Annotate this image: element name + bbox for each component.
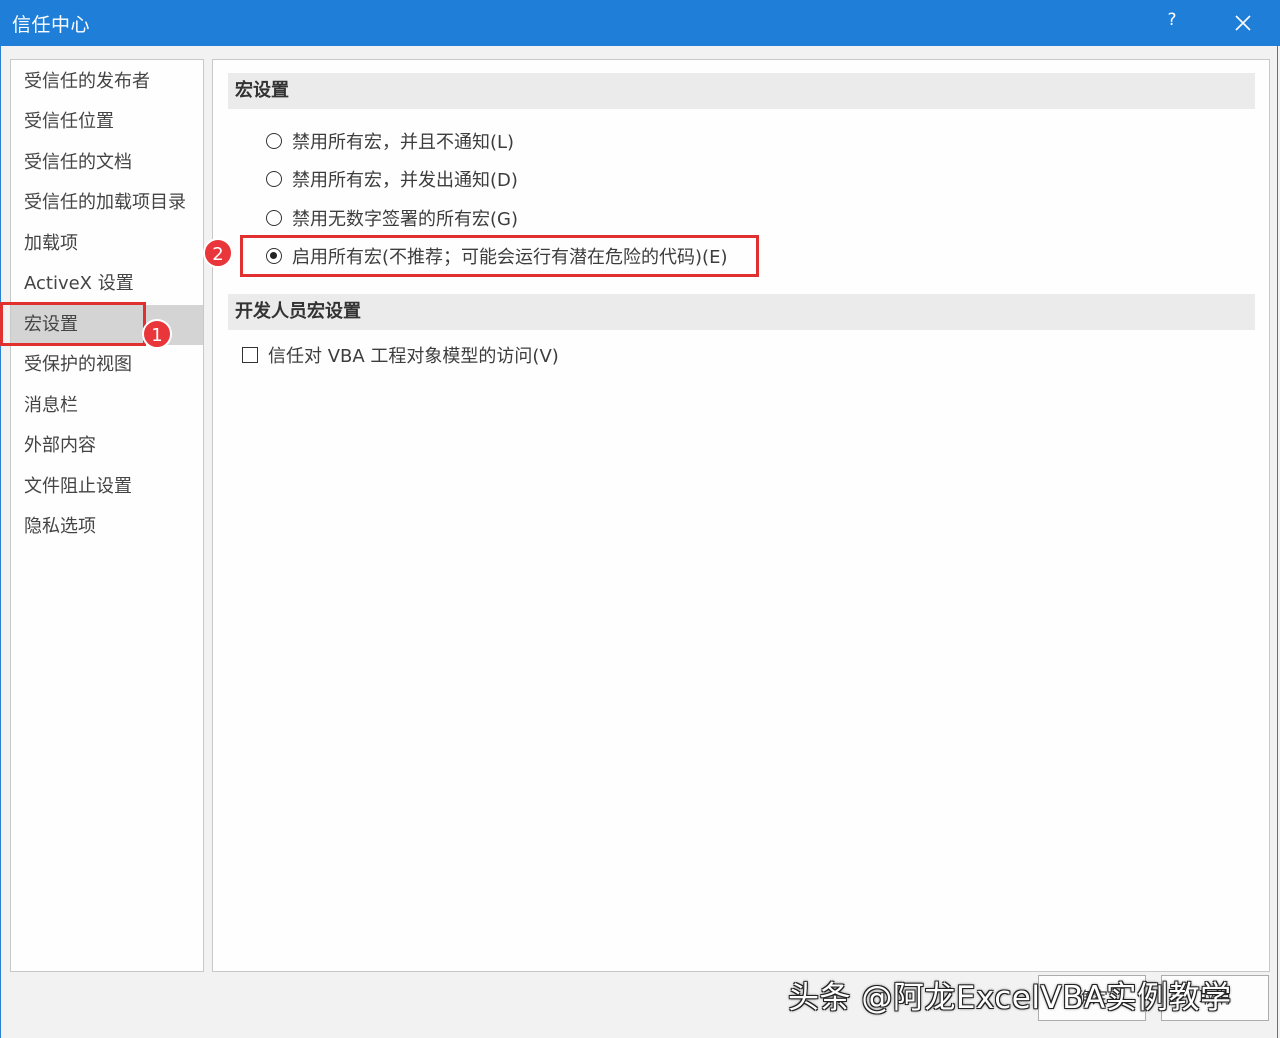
sidebar-nav: 受信任的发布者 受信任位置 受信任的文档 受信任的加载项目录 加载项 Activ… [10, 59, 204, 972]
sidebar-item-addins[interactable]: 加载项 [11, 224, 203, 264]
sidebar-item-message-bar[interactable]: 消息栏 [11, 386, 203, 426]
sidebar-item-trusted-publishers[interactable]: 受信任的发布者 [11, 62, 203, 102]
close-button[interactable] [1228, 6, 1258, 38]
sidebar-item-activex-settings[interactable]: ActiveX 设置 [11, 264, 203, 304]
content-panel [212, 59, 1270, 972]
sidebar-item-trusted-documents[interactable]: 受信任的文档 [11, 143, 203, 183]
sidebar-item-trusted-locations[interactable]: 受信任位置 [11, 102, 203, 142]
watermark-text: 头条 @阿龙ExcelVBA实例教学 [788, 980, 1232, 1016]
option-label: 禁用无数字签署的所有宏(G) [292, 209, 518, 230]
highlight-box-enable-all [240, 235, 759, 277]
developer-settings-header: 开发人员宏设置 [228, 294, 1255, 330]
option-label: 禁用所有宏，并且不通知(L) [292, 132, 515, 153]
checkbox-icon [242, 347, 258, 363]
option-disable-with-notify[interactable]: 禁用所有宏，并发出通知(D) [266, 168, 518, 194]
checkbox-trust-vba-access[interactable]: 信任对 VBA 工程对象模型的访问(V) [242, 344, 559, 370]
highlight-box-macro-settings [0, 302, 146, 346]
radio-icon [266, 171, 282, 187]
radio-icon [266, 133, 282, 149]
title-bar: 信任中心 ? [0, 0, 1280, 46]
sidebar-item-privacy-options[interactable]: 隐私选项 [11, 507, 203, 547]
step-badge-2: 2 [203, 238, 233, 268]
sidebar-item-protected-view[interactable]: 受保护的视图 [11, 345, 203, 385]
option-disable-no-notify[interactable]: 禁用所有宏，并且不通知(L) [266, 130, 514, 156]
option-label: 禁用所有宏，并发出通知(D) [292, 170, 518, 191]
sidebar-item-trusted-addin-catalogs[interactable]: 受信任的加载项目录 [11, 183, 203, 223]
macro-settings-header: 宏设置 [228, 73, 1255, 109]
radio-icon [266, 210, 282, 226]
sidebar-item-file-block-settings[interactable]: 文件阻止设置 [11, 467, 203, 507]
help-button[interactable]: ? [1162, 10, 1182, 30]
checkbox-label: 信任对 VBA 工程对象模型的访问(V) [268, 346, 559, 367]
window-title: 信任中心 [12, 14, 91, 36]
close-icon [1235, 15, 1251, 31]
sidebar-item-external-content[interactable]: 外部内容 [11, 426, 203, 466]
option-disable-unsigned[interactable]: 禁用无数字签署的所有宏(G) [266, 207, 518, 233]
step-badge-1: 1 [142, 319, 172, 349]
